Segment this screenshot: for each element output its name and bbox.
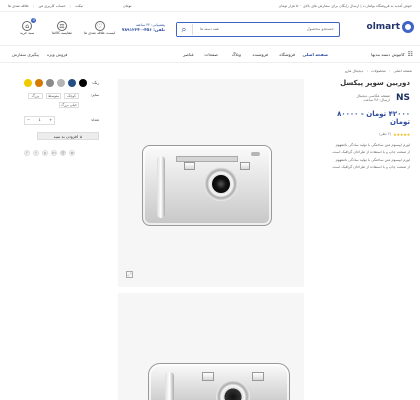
heart-icon: ♡ <box>94 21 105 31</box>
compare-link[interactable]: ⚖ مقایسه کالاها <box>52 21 72 35</box>
brand-logo: NS <box>395 93 410 103</box>
brand-line-2: ارسال: ۴۸ ساعت <box>363 98 390 102</box>
compare-label: مقایسه کالاها <box>52 31 72 35</box>
breadcrumb-category[interactable]: دیجیتال هارو <box>345 69 363 73</box>
camera-button-image <box>251 152 260 156</box>
quantity-value[interactable]: 1 <box>38 118 40 122</box>
menu-item-ticket[interactable]: تیکت <box>75 4 83 8</box>
nav-item-home[interactable]: صفحه اصلی <box>302 52 328 57</box>
product-title: دوربین سوپر پیکسل <box>340 79 410 87</box>
nav-item-elements[interactable]: عناصر <box>183 52 194 57</box>
currency-switcher[interactable]: تومان <box>123 4 132 8</box>
description-line: لورم ایپسوم متن ساختگی با تولید سادگی نا… <box>335 143 410 147</box>
cart-small-icon: ⌂ <box>79 133 83 139</box>
menu-item-wishlist[interactable]: علاقه مندی ها <box>8 4 29 8</box>
mail-icon[interactable]: @ <box>60 150 66 156</box>
twitter-icon[interactable]: t <box>33 150 39 156</box>
nav-item-vendor[interactable]: فروشنده <box>253 52 269 57</box>
size-options[interactable]: کوچک متوسط بزرگ خیلی بزرگ <box>24 93 79 108</box>
announcement-text: خوش آمدید به فروشگاه بولمارت | ارسال رای… <box>278 4 412 8</box>
nav-right-links[interactable]: فروش ویژه پیگیری سفارش <box>12 52 67 57</box>
description-line: از صنعت چاپ و با استفاده از طراحان گرافی… <box>331 165 410 170</box>
main-navigation: ☷ کاتیوش دسته بندیها صفحه اصلی فروشگاه ف… <box>0 47 420 63</box>
color-swatches[interactable] <box>24 79 87 87</box>
category-menu-label: کاتیوش دسته بندیها <box>371 52 405 58</box>
description-line: لورم ایپسوم متن ساختگی با تولید سادگی نا… <box>335 157 410 162</box>
breadcrumb: صفحه اصلی › محصولات › دیجیتال هارو <box>344 69 413 73</box>
quantity-decrease-button[interactable]: − <box>27 118 30 122</box>
camera-sensor-image <box>240 162 250 170</box>
quantity-stepper[interactable]: − 1 + <box>24 116 55 125</box>
color-label: رنگ: <box>91 80 99 85</box>
nav-item-pages[interactable]: صفحات <box>204 52 218 57</box>
camera-lens-image <box>204 167 238 201</box>
size-large-option[interactable]: بزرگ <box>28 93 43 99</box>
product-options: رنگ: سایز: کوچک متوسط بزرگ خیلی بزرگ تعد… <box>24 79 99 156</box>
add-to-cart-label: افزودن به سبد <box>53 133 78 139</box>
menu-icon: ☷ <box>407 51 413 58</box>
color-swatch-blue[interactable] <box>68 79 76 87</box>
color-swatch-light-gray[interactable] <box>57 79 65 87</box>
nav-item-shop[interactable]: فروشگاه <box>279 52 295 57</box>
size-label: سایز: <box>90 93 99 97</box>
search-bar[interactable]: همه دسته ها ⌕ <box>176 22 340 37</box>
camera-grip-image <box>157 156 165 218</box>
color-swatch-gray[interactable] <box>46 79 54 87</box>
facebook-icon[interactable]: f <box>24 150 30 156</box>
search-input[interactable] <box>242 26 334 32</box>
expand-image-icon[interactable]: ⤢ <box>126 271 133 278</box>
camera-flash-image <box>184 162 195 170</box>
rating-count[interactable]: (۲ نظر) <box>379 132 391 136</box>
size-xlarge-option[interactable]: خیلی بزرگ <box>59 102 79 108</box>
star-rating-icons: ★★★★★ <box>393 132 410 137</box>
breadcrumb-home[interactable]: صفحه اصلی <box>394 69 413 73</box>
description-line: از صنعت چاپ و با استفاده از طراحان گرافی… <box>331 150 410 155</box>
product-info: دوربین سوپر پیکسل NS صفحه عکاسی دیجیتال … <box>317 79 411 171</box>
search-button[interactable]: ⌕ <box>177 23 191 36</box>
cart-count-badge: 0 <box>31 18 37 23</box>
category-menu-button[interactable]: ☷ کاتیوش دسته بندیها <box>371 51 413 59</box>
top-bar: خوش آمدید به فروشگاه بولمارت | ارسال رای… <box>0 0 420 12</box>
breadcrumb-products[interactable]: محصولات <box>371 69 386 73</box>
price-range: ۴۲۰۰۰ تومان - ۸۰۰۰۰ تومان <box>337 110 410 126</box>
rating-block: ★★★★★ (۲ نظر) <box>317 132 410 137</box>
brand-block: NS صفحه عکاسی دیجیتال ارسال: ۴۸ ساعت <box>317 93 410 103</box>
order-tracking-link[interactable]: پیگیری سفارش <box>12 52 39 57</box>
product-main-image[interactable]: ⤢ <box>118 79 304 287</box>
linkedin-icon[interactable]: in <box>51 150 57 156</box>
logo-mark-icon <box>402 21 414 33</box>
category-select[interactable]: همه دسته ها <box>192 24 226 35</box>
special-sale-link[interactable]: فروش ویژه <box>47 52 67 57</box>
menu-item-account[interactable]: حساب کاربری من <box>38 4 65 8</box>
search-icon: ⌕ <box>181 24 187 35</box>
support-phone: پشتیبانی: ۲۴ ساعته تلفن: ۴۵۶-۷۸۹۱۲۳۴۰ <box>113 23 165 33</box>
support-number: تلفن: ۴۵۶-۷۸۹۱۲۳۴۰ <box>121 27 165 33</box>
product-description: لورم ایپسوم متن ساختگی با تولید سادگی نا… <box>317 142 410 171</box>
site-logo[interactable]: olmart <box>367 21 414 33</box>
logo-text: olmart <box>366 22 400 32</box>
wishlist-label: لیست علاقه مندی ها <box>84 31 115 35</box>
whatsapp-icon[interactable]: w <box>69 150 75 156</box>
size-small-option[interactable]: کوچک <box>64 93 79 99</box>
color-swatch-orange[interactable] <box>35 79 43 87</box>
color-swatch-yellow[interactable] <box>24 79 32 87</box>
quantity-label: تعداد: <box>90 118 99 123</box>
product-secondary-image[interactable] <box>118 293 304 400</box>
pinterest-icon[interactable]: p <box>42 150 48 156</box>
cart-icon: ⌂ <box>22 21 33 31</box>
camera-image <box>142 145 272 226</box>
share-icons[interactable]: f t p in @ w <box>24 150 99 156</box>
account-menu[interactable]: تیکت | حساب کاربری من | علاقه مندی ها <box>8 4 83 8</box>
nav-item-blog[interactable]: وبلاگ <box>232 52 241 57</box>
wishlist-link[interactable]: ♡ لیست علاقه مندی ها <box>84 21 115 35</box>
compare-icon: ⚖ <box>56 21 67 31</box>
cart-label: سبد خرید <box>20 31 35 35</box>
color-swatch-black[interactable] <box>79 79 87 87</box>
size-medium-option[interactable]: متوسط <box>46 93 61 99</box>
cart-link[interactable]: ⌂ 0 سبد خرید <box>20 18 37 35</box>
camera-secondary-image <box>148 363 290 400</box>
header: olmart همه دسته ها ⌕ پشتیبانی: ۲۴ ساعته … <box>0 13 420 46</box>
quantity-increase-button[interactable]: + <box>49 118 52 122</box>
add-to-cart-button[interactable]: ⌂ افزودن به سبد <box>37 132 99 140</box>
